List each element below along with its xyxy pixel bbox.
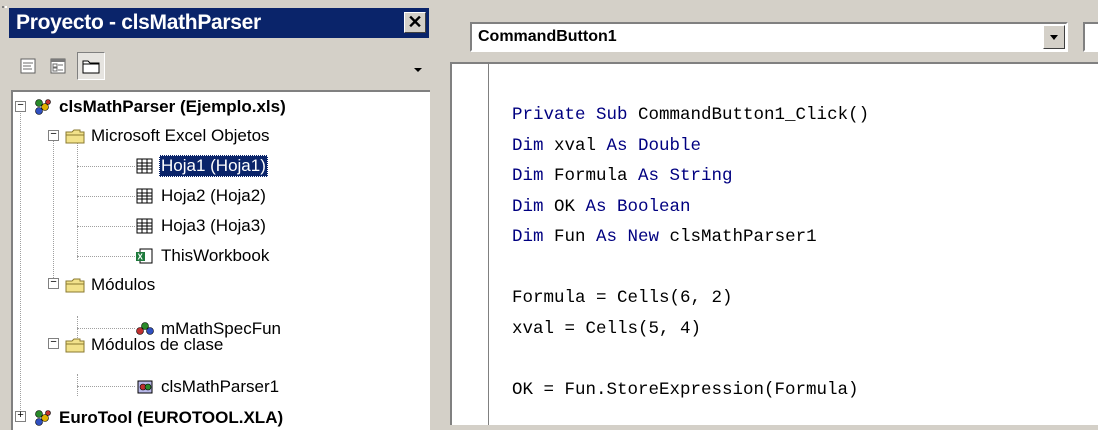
code-line[interactable] <box>512 344 869 375</box>
code-line[interactable]: Dim OK As Boolean <box>512 192 869 223</box>
code-lines: Private Sub CommandButton1_Click() Dim xv… <box>512 100 869 405</box>
tree-line <box>77 226 135 227</box>
code-line[interactable]: xval = Cells(5, 4) <box>512 314 869 345</box>
tree-line <box>77 328 135 329</box>
folder-icon <box>65 276 85 294</box>
tree-node-modulos-de-clase[interactable]: Módulos de clase <box>65 330 225 359</box>
code-text: CommandButton1_Click() <box>627 105 870 125</box>
tree-expander[interactable]: − <box>15 101 26 112</box>
tree-node-hoja1[interactable]: Hoja1 (Hoja1) <box>135 151 268 180</box>
tree-node-project-eurotool[interactable]: EuroTool (EUROTOOL.XLA) <box>33 403 285 430</box>
procedure-combo[interactable] <box>1083 22 1098 52</box>
tree-node-modulos[interactable]: Módulos <box>65 270 157 299</box>
close-icon: ✕ <box>407 12 423 32</box>
tree-line <box>77 386 135 387</box>
project-explorer-toolbar <box>9 42 429 86</box>
code-keyword: As New <box>596 227 660 247</box>
folder-icon <box>65 127 85 145</box>
toolbar-overflow-arrow[interactable] <box>414 68 422 72</box>
tree-node-label: Hoja2 (Hoja2) <box>161 185 266 205</box>
view-object-button[interactable] <box>47 55 69 77</box>
chevron-down-icon[interactable] <box>1043 25 1065 49</box>
tree-expander[interactable]: − <box>48 130 59 141</box>
object-combo[interactable]: CommandButton1 <box>470 22 1068 52</box>
code-text: OK <box>543 196 586 217</box>
code-text: Fun <box>543 227 597 247</box>
code-keyword: Dim <box>512 227 544 247</box>
code-text: Formula = Cells(6, 2) <box>512 288 733 308</box>
tree-node-excel-objects[interactable]: Microsoft Excel Objetos <box>65 121 272 150</box>
sheet-icon <box>135 157 155 175</box>
code-line[interactable]: OK = Fun.StoreExpression(Formula) <box>512 375 869 406</box>
tree-node-hoja3[interactable]: Hoja3 (Hoja3) <box>135 211 268 240</box>
project-explorer-window: Proyecto - clsMathParser ✕ − clsMathPars… <box>0 0 432 430</box>
toggle-folders-icon <box>82 60 100 74</box>
code-line[interactable]: Private Sub CommandButton1_Click() <box>512 100 869 131</box>
tree-node-label: ThisWorkbook <box>161 245 270 265</box>
code-line[interactable]: Dim xval As Double <box>512 131 869 162</box>
tree-node-label: Microsoft Excel Objetos <box>91 125 270 145</box>
code-text: Formula <box>543 166 639 186</box>
tree-expander[interactable]: − <box>48 278 59 289</box>
sheet-icon <box>135 187 155 205</box>
object-combo-value: CommandButton1 <box>478 28 617 45</box>
code-text: xval <box>543 135 607 156</box>
project-explorer-title: Proyecto - clsMathParser <box>16 11 261 34</box>
tree-node-project-clsmathparser[interactable]: clsMathParser (Ejemplo.xls) <box>33 92 288 121</box>
code-editor[interactable]: Private Sub CommandButton1_Click() Dim xv… <box>450 62 1098 425</box>
code-line[interactable]: Formula = Cells(6, 2) <box>512 283 869 314</box>
tree-node-label: clsMathParser1 <box>161 376 280 396</box>
code-text: clsMathParser1 <box>659 227 817 247</box>
tree-node-hoja2[interactable]: Hoja2 (Hoja2) <box>135 181 268 210</box>
code-line[interactable]: Dim Formula As String <box>512 161 869 192</box>
code-line[interactable]: Dim Fun As New clsMathParser1 <box>512 222 869 253</box>
svg-text:X: X <box>138 252 144 261</box>
tree-node-label: Módulos de clase <box>91 334 224 354</box>
folder-icon <box>65 336 85 354</box>
tree-line <box>77 136 78 260</box>
project-tree: − clsMathParser (Ejemplo.xls) − Microsof… <box>11 90 430 430</box>
tree-line <box>77 374 78 396</box>
class-module-icon <box>135 378 155 396</box>
close-button[interactable]: ✕ <box>404 12 426 33</box>
dock-grip[interactable] <box>0 0 9 425</box>
tree-node-label: EuroTool (EUROTOOL.XLA) <box>59 407 284 427</box>
tree-node-label: Hoja3 (Hoja3) <box>161 215 266 235</box>
tree-node-label: Módulos <box>91 274 156 294</box>
code-keyword: Private Sub <box>512 105 628 125</box>
tree-node-clsmathparser1[interactable]: clsMathParser1 <box>135 372 281 401</box>
vba-project-icon <box>33 98 53 116</box>
code-window: CommandButton1 Private Sub CommandButton… <box>440 0 1098 425</box>
vba-project-icon <box>33 409 53 427</box>
code-text: OK = Fun.StoreExpression(Formula) <box>512 379 859 400</box>
code-text: xval = Cells(5, 4) <box>512 318 702 339</box>
tree-expander[interactable]: − <box>48 338 59 349</box>
tree-line <box>77 166 135 167</box>
code-keyword: Dim <box>512 166 544 186</box>
tree-expander[interactable]: + <box>15 411 26 422</box>
code-line[interactable] <box>512 253 869 284</box>
code-keyword: As Double <box>606 135 702 156</box>
tree-line <box>77 256 135 257</box>
editor-margin[interactable] <box>452 64 489 425</box>
tree-line <box>20 106 21 416</box>
project-explorer-titlebar[interactable]: Proyecto - clsMathParser ✕ <box>9 8 429 38</box>
tree-node-label: Hoja1 (Hoja1) <box>159 154 268 177</box>
tree-node-thisworkbook[interactable]: X ThisWorkbook <box>135 241 271 270</box>
workbook-icon: X <box>135 247 155 265</box>
view-code-button[interactable] <box>17 55 39 77</box>
toggle-folders-button[interactable] <box>77 52 105 80</box>
tree-line <box>77 196 135 197</box>
view-object-icon <box>50 58 66 74</box>
code-keyword: Dim <box>512 135 544 156</box>
tree-node-label: clsMathParser (Ejemplo.xls) <box>59 96 286 116</box>
sheet-icon <box>135 217 155 235</box>
code-keyword: Dim <box>512 196 544 217</box>
code-keyword: As Boolean <box>585 196 691 217</box>
view-code-icon <box>20 58 36 74</box>
tree-line <box>53 134 54 284</box>
code-keyword: As String <box>638 166 733 186</box>
